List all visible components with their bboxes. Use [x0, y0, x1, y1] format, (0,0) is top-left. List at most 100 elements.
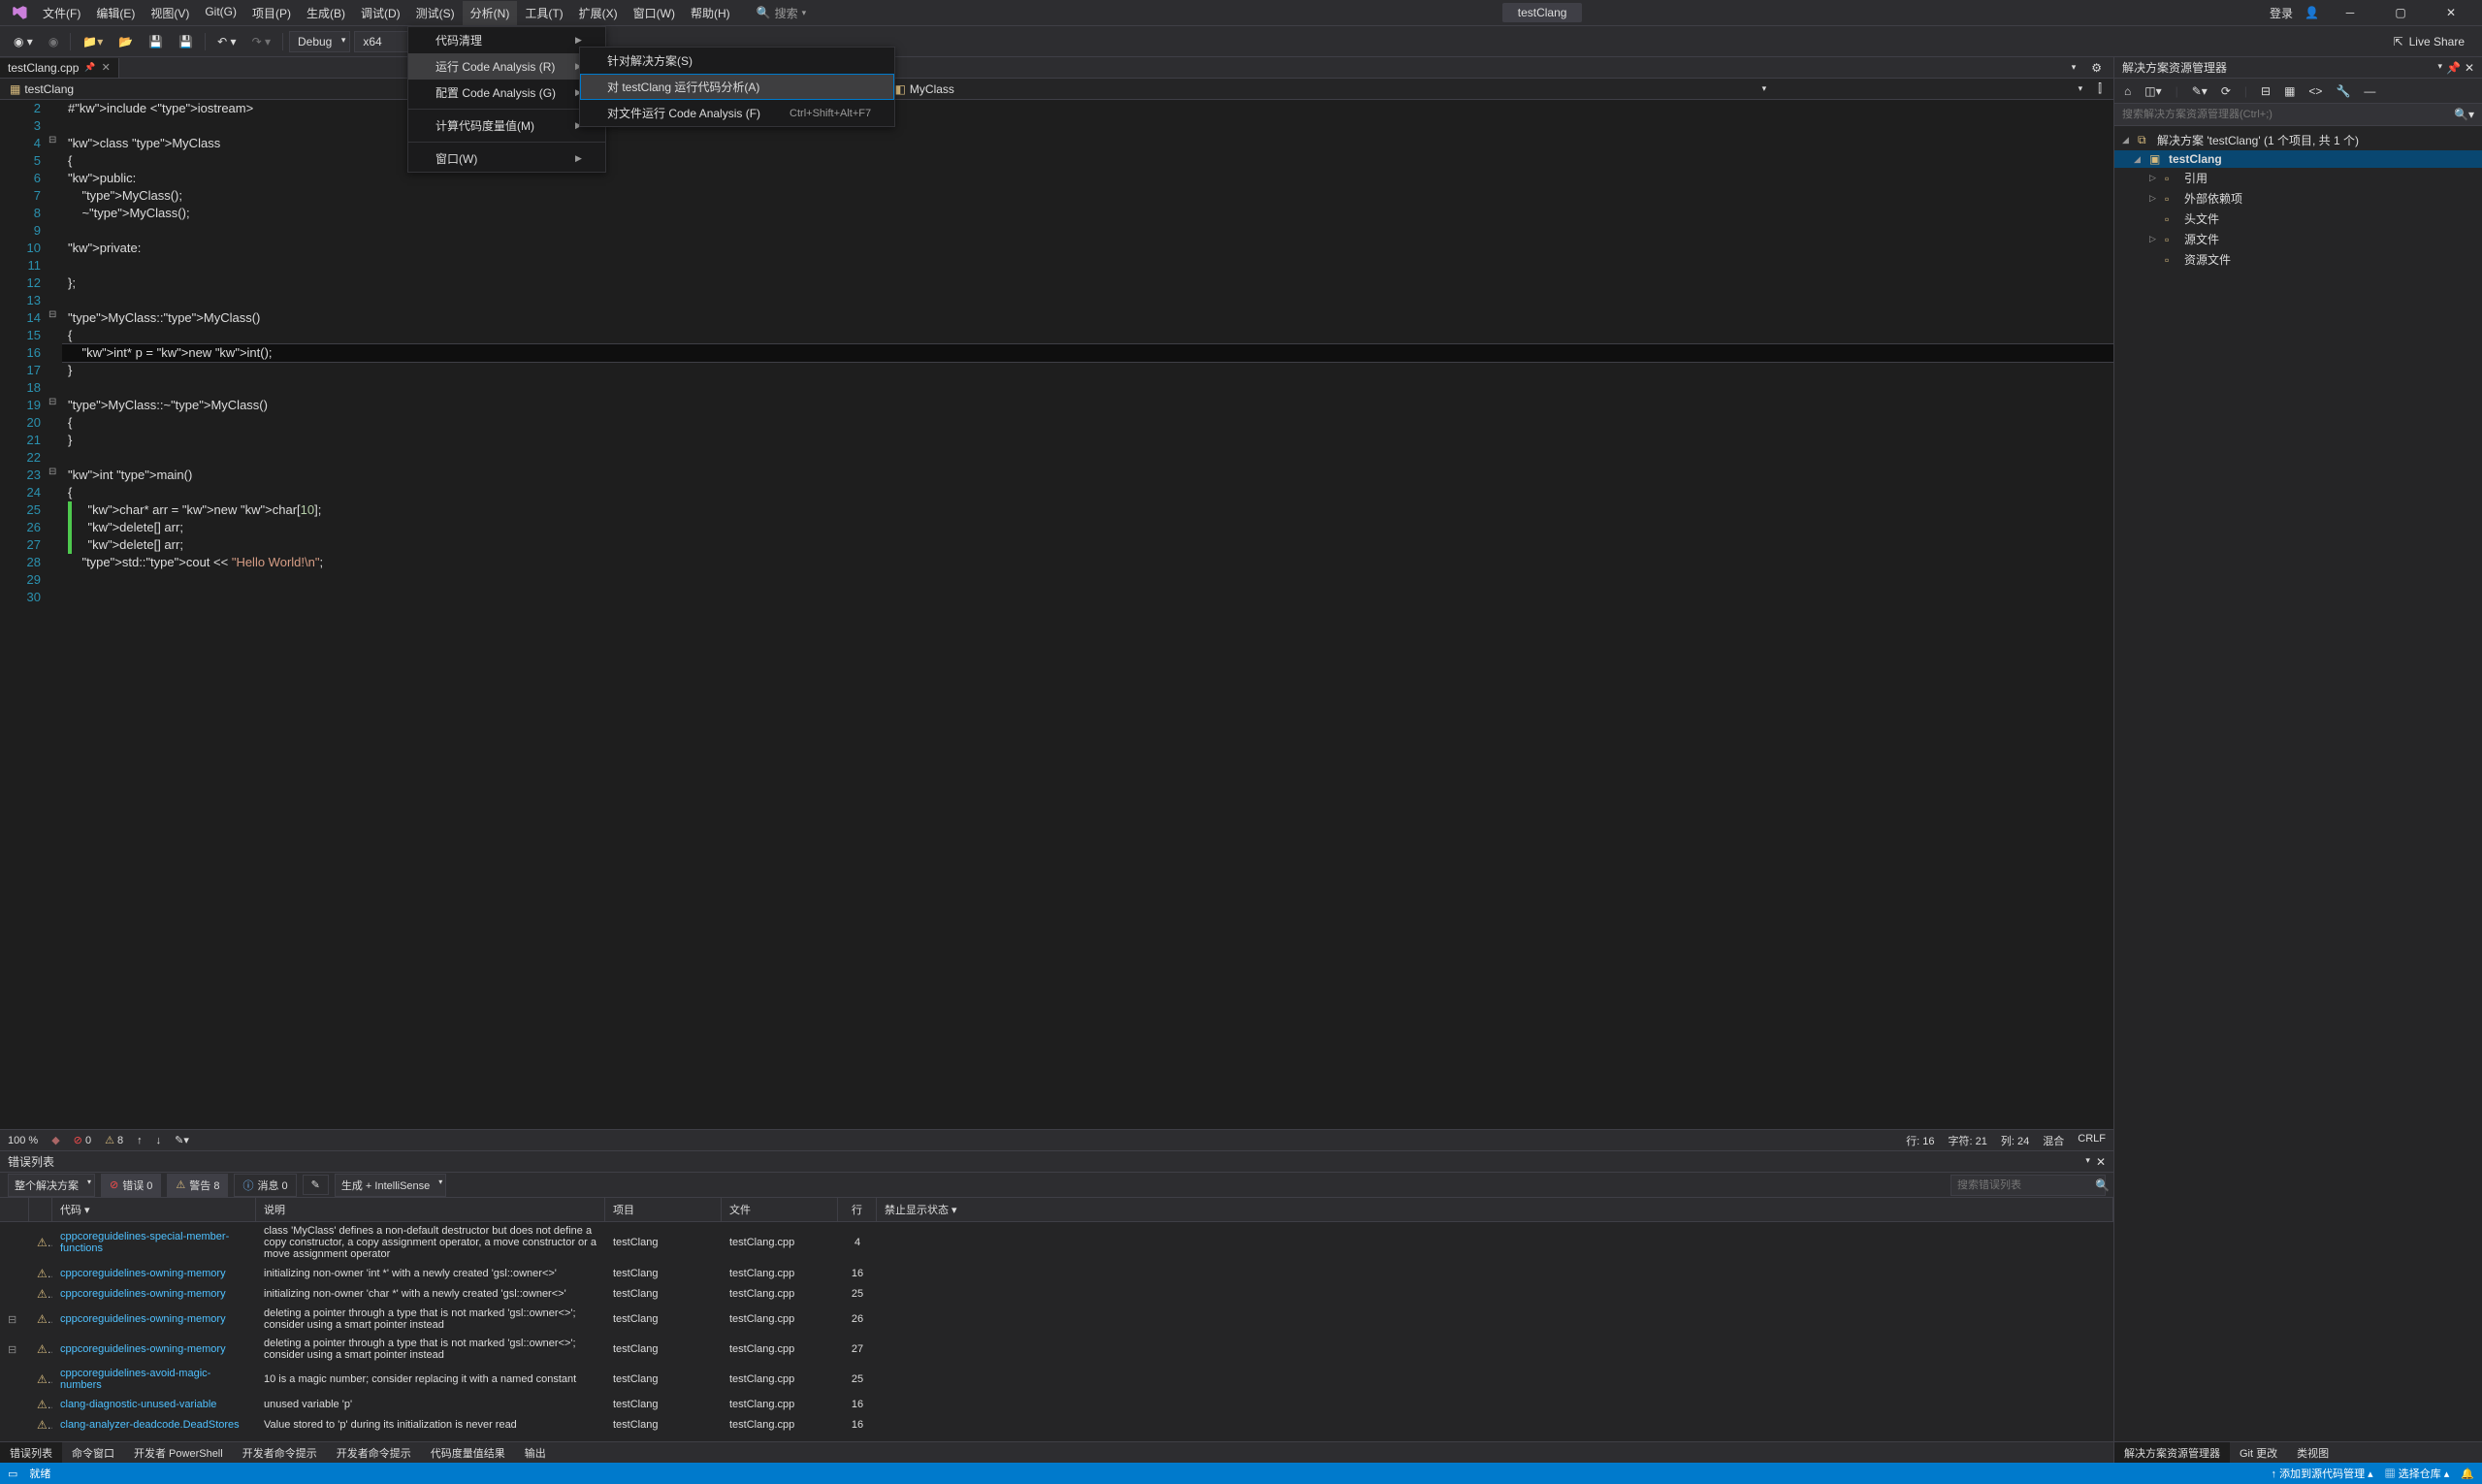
code-line[interactable]: "kw">class "type">MyClass — [62, 135, 2113, 152]
switch-views-button[interactable]: ◫▾ — [2141, 81, 2165, 101]
repo-button[interactable]: ▦ 选择仓库 ▴ — [2385, 1466, 2450, 1481]
run-code-analysis-submenu[interactable]: 针对解决方案(S)对 testClang 运行代码分析(A)对文件运行 Code… — [579, 47, 895, 127]
menu-item-0[interactable]: 文件(F) — [35, 1, 88, 25]
nav-split-button[interactable]: ⫿ — [2092, 78, 2108, 100]
menu-item-6[interactable]: 调试(D) — [353, 1, 408, 25]
code-line[interactable] — [62, 449, 2113, 467]
error-row[interactable]: ⚠clang-diagnostic-unused-variableunused … — [0, 1395, 2113, 1415]
menu-item-5[interactable]: 生成(B) — [299, 1, 353, 25]
nav-member-combo[interactable]: ◧ MyClass ▾ — [891, 81, 1771, 98]
code-line[interactable] — [62, 222, 2113, 240]
solution-search-input[interactable] — [2122, 109, 2454, 120]
build-filter[interactable]: ✎ — [303, 1175, 329, 1195]
code-line[interactable]: { — [62, 484, 2113, 501]
code-line[interactable]: } — [62, 362, 2113, 379]
show-all-button[interactable]: ▦ — [2280, 81, 2299, 101]
error-search-input[interactable] — [1957, 1179, 2095, 1191]
collapse-button[interactable]: ⊟ — [2257, 81, 2274, 101]
bottom-tab[interactable]: 代码度量值结果 — [421, 1442, 515, 1464]
error-column-header[interactable]: 行 — [838, 1198, 877, 1221]
menu-item-7[interactable]: 测试(S) — [408, 1, 463, 25]
bottom-tab[interactable]: 开发者命令提示 — [233, 1442, 327, 1464]
code-line[interactable] — [62, 571, 2113, 589]
code-line[interactable]: "kw">char* arr = "kw">new "kw">char[10]; — [62, 501, 2113, 519]
menu-item-10[interactable]: 扩展(X) — [571, 1, 626, 25]
warnings-filter[interactable]: ⚠ 警告 8 — [167, 1174, 228, 1197]
code-line[interactable]: "type">MyClass::~"type">MyClass() — [62, 397, 2113, 414]
error-row[interactable]: ⊟⚠cppcoreguidelines-owning-memorydeletin… — [0, 1305, 2113, 1335]
run-ca-menu-item[interactable]: 对文件运行 Code Analysis (F)Ctrl+Shift+Alt+F7 — [580, 100, 894, 126]
code-line[interactable]: { — [62, 414, 2113, 432]
tree-node[interactable]: ▫头文件 — [2114, 209, 2482, 229]
solution-search-box[interactable]: 🔍▾ — [2114, 104, 2482, 126]
error-column-header[interactable] — [29, 1198, 52, 1221]
save-button[interactable]: 💾 — [143, 31, 169, 52]
tree-node[interactable]: ◢▣testClang — [2114, 150, 2482, 168]
tree-node[interactable]: ▫资源文件 — [2114, 249, 2482, 270]
pin-icon[interactable]: 📌 — [84, 62, 95, 73]
code-line[interactable]: "kw">public: — [62, 170, 2113, 187]
undo-button[interactable]: ↶ ▾ — [211, 31, 242, 52]
error-row[interactable]: ⚠cppcoreguidelines-owning-memoryinitiali… — [0, 1284, 2113, 1305]
nav-fwd-button[interactable]: ◉ — [43, 31, 64, 52]
open-button[interactable]: 📂 — [113, 31, 139, 52]
code-line[interactable]: "kw">int "type">main() — [62, 467, 2113, 484]
menu-item-11[interactable]: 窗口(W) — [626, 1, 683, 25]
source-combo[interactable]: 生成 + IntelliSense — [335, 1174, 446, 1197]
code-line[interactable] — [62, 292, 2113, 309]
properties-button[interactable]: <> — [2305, 81, 2326, 101]
code-line[interactable] — [62, 117, 2113, 135]
next-issue-button[interactable]: ↓ — [156, 1135, 162, 1146]
messages-filter[interactable]: ⓘ 消息 0 — [234, 1174, 296, 1197]
scope-combo[interactable]: 整个解决方案 — [8, 1174, 95, 1197]
error-row[interactable]: ⊟⚠cppcoreguidelines-owning-memorydeletin… — [0, 1335, 2113, 1365]
code-line[interactable] — [62, 589, 2113, 606]
error-column-header[interactable]: 文件 — [722, 1198, 838, 1221]
analyze-menu-dropdown[interactable]: 代码清理▶运行 Code Analysis (R)▶配置 Code Analys… — [407, 26, 606, 173]
analyze-menu-item[interactable]: 窗口(W)▶ — [408, 145, 605, 172]
code-line[interactable]: } — [62, 432, 2113, 449]
code-line[interactable]: #"kw">include <"type">iostream> — [62, 100, 2113, 117]
analyze-menu-item[interactable]: 代码清理▶ — [408, 27, 605, 53]
side-bottom-tab[interactable]: Git 更改 — [2230, 1442, 2287, 1464]
panel-pin-button[interactable]: 📌 — [2446, 61, 2461, 75]
error-row[interactable]: ⚠cppcoreguidelines-avoid-magic-numbers10… — [0, 1365, 2113, 1395]
panel-close-button[interactable]: ✕ — [2465, 61, 2474, 75]
save-all-button[interactable]: 💾 — [173, 31, 199, 52]
error-column-header[interactable]: 项目 — [605, 1198, 722, 1221]
brush-icon[interactable]: ✎▾ — [175, 1134, 189, 1146]
code-line[interactable] — [62, 257, 2113, 274]
more-button[interactable]: ― — [2360, 81, 2379, 101]
error-column-header[interactable]: 禁止显示状态 ▾ — [877, 1198, 2113, 1221]
code-line[interactable]: }; — [62, 274, 2113, 292]
side-bottom-tab[interactable]: 解决方案资源管理器 — [2114, 1442, 2230, 1464]
menu-item-9[interactable]: 工具(T) — [517, 1, 570, 25]
error-row[interactable]: ⚠cppcoreguidelines-owning-memoryinitiali… — [0, 1264, 2113, 1284]
menu-item-12[interactable]: 帮助(H) — [683, 1, 738, 25]
error-column-header[interactable]: 说明 — [256, 1198, 605, 1221]
panel-close-button[interactable]: ✕ — [2096, 1155, 2106, 1169]
tree-node[interactable]: ◢⧉解决方案 'testClang' (1 个项目, 共 1 个) — [2114, 130, 2482, 150]
bottom-tab[interactable]: 开发者命令提示 — [327, 1442, 421, 1464]
tree-node[interactable]: ▷▫引用 — [2114, 168, 2482, 188]
analyze-menu-item[interactable]: 计算代码度量值(M)▶ — [408, 113, 605, 139]
errors-filter[interactable]: ⊘ 错误 0 — [101, 1174, 161, 1197]
menu-item-4[interactable]: 项目(P) — [244, 1, 299, 25]
redo-button[interactable]: ↷ ▾ — [246, 31, 276, 52]
error-row[interactable]: ⚠cppcoreguidelines-special-member-functi… — [0, 1222, 2113, 1264]
code-line[interactable] — [62, 379, 2113, 397]
tree-node[interactable]: ▷▫源文件 — [2114, 229, 2482, 249]
bottom-tab[interactable]: 输出 — [515, 1442, 556, 1464]
code-editor[interactable]: 2345678910111213141516171819202122232425… — [0, 100, 2113, 1129]
menu-item-1[interactable]: 编辑(E) — [88, 1, 143, 25]
nav-function-combo[interactable]: ▾ — [1776, 81, 2086, 96]
code-line[interactable]: { — [62, 327, 2113, 344]
code-line[interactable]: ~"type">MyClass(); — [62, 205, 2113, 222]
sync-button[interactable]: ⟳ — [2217, 81, 2235, 101]
tab-dropdown-button[interactable]: ▾ — [2066, 57, 2082, 79]
zoom-level[interactable]: 100 % — [8, 1135, 38, 1146]
bottom-tab[interactable]: 错误列表 — [0, 1442, 62, 1464]
notifications-button[interactable]: 🔔 — [2461, 1468, 2474, 1480]
menu-item-8[interactable]: 分析(N) — [463, 1, 518, 25]
analyze-menu-item[interactable]: 运行 Code Analysis (R)▶ — [408, 53, 605, 80]
